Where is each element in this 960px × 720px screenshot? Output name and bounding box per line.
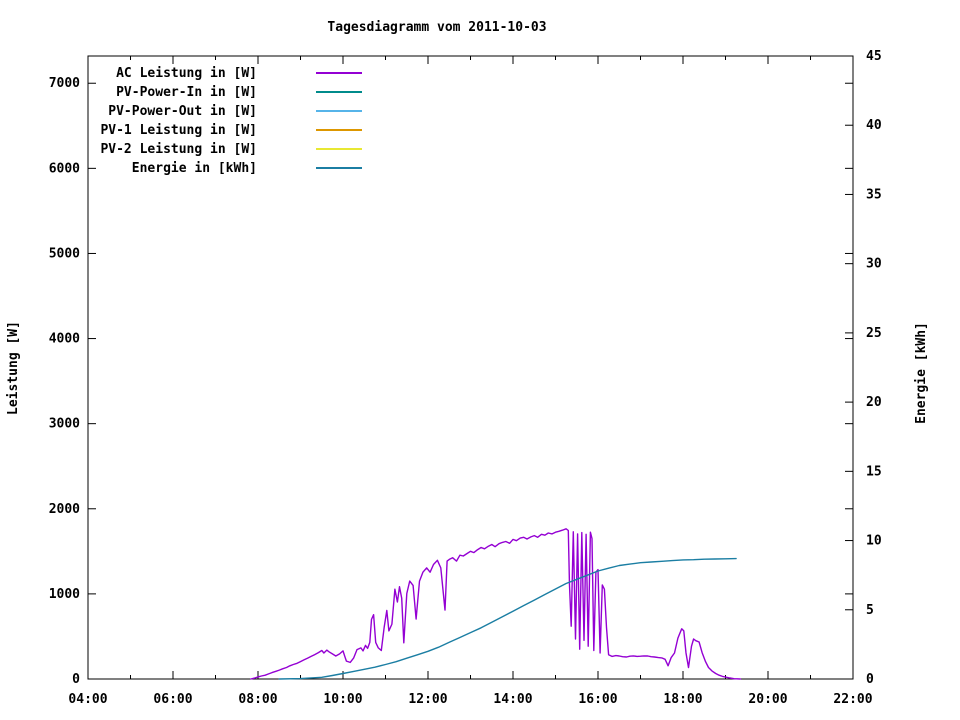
x-tick-label: 12:00	[408, 692, 447, 707]
y-left-tick-label: 0	[72, 672, 80, 687]
x-tick-label: 22:00	[833, 692, 872, 707]
x-tick-label: 08:00	[238, 692, 277, 707]
y-left-tick-label: 1000	[49, 587, 80, 602]
x-tick-label: 16:00	[578, 692, 617, 707]
y-left-tick-label: 2000	[49, 502, 80, 517]
y-right-axis-label: Energie [kWh]	[914, 322, 929, 424]
x-tick-label: 10:00	[323, 692, 362, 707]
y-right-tick-label: 40	[866, 118, 882, 133]
legend-label: AC Leistung in [W]	[116, 66, 257, 81]
y-right-tick-label: 20	[866, 395, 882, 410]
x-tick-label: 20:00	[748, 692, 787, 707]
y-left-tick-label: 5000	[49, 246, 80, 261]
y-left-tick-label: 4000	[49, 332, 80, 347]
y-right-tick-label: 35	[866, 187, 882, 202]
legend-label: Energie in [kWh]	[132, 161, 257, 176]
y-left-tick-label: 7000	[49, 76, 80, 91]
y-left-tick-label: 6000	[49, 161, 80, 176]
y-left-tick-label: 3000	[49, 417, 80, 432]
chart-title: Tagesdiagramm vom 2011-10-03	[327, 20, 547, 35]
y-right-tick-label: 30	[866, 257, 882, 272]
y-right-tick-label: 25	[866, 326, 882, 341]
x-tick-label: 04:00	[68, 692, 107, 707]
x-tick-label: 06:00	[153, 692, 192, 707]
chart: Tagesdiagramm vom 2011-10-03 Leistung [W…	[0, 0, 960, 720]
y-right-tick-label: 10	[866, 534, 882, 549]
y-left-axis-label: Leistung [W]	[6, 321, 21, 415]
y-right-tick-label: 0	[866, 672, 874, 687]
legend-label: PV-Power-In in [W]	[116, 85, 257, 100]
plot-svg: 04:00 06:00 08:00 10:00 12:00 14:00 16:00 18:00…	[49, 49, 882, 707]
y-right-tick-label: 15	[866, 464, 882, 479]
series-line	[250, 528, 742, 680]
y-right-tick-label: 45	[866, 49, 882, 64]
legend-label: PV-1 Leistung in [W]	[100, 123, 257, 138]
legend-label: PV-Power-Out in [W]	[108, 104, 257, 119]
x-tick-label: 14:00	[493, 692, 532, 707]
legend-label: PV-2 Leistung in [W]	[100, 142, 257, 157]
x-tick-label: 18:00	[663, 692, 702, 707]
y-right-tick-label: 5	[866, 603, 874, 618]
